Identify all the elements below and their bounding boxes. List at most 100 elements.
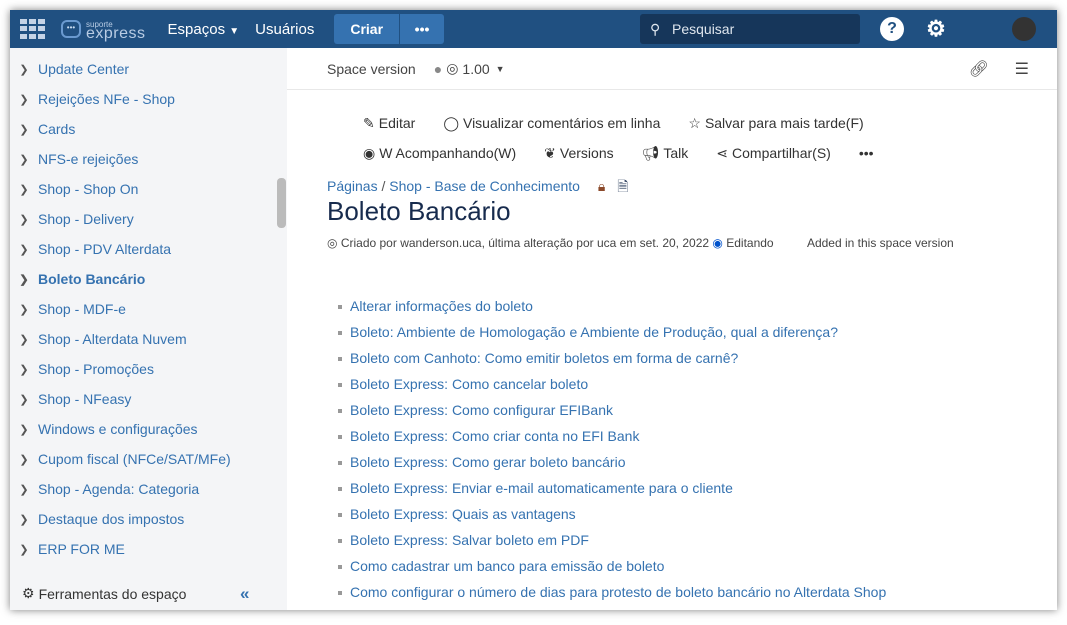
create-more-button[interactable]: •••: [400, 14, 445, 44]
versions-button[interactable]: ❦ Versions: [544, 145, 613, 162]
talk-button[interactable]: 📢︎ Talk: [642, 145, 689, 162]
child-page-link[interactable]: Alterar informações do boleto: [337, 298, 886, 324]
chevron-right-icon: ❯: [19, 423, 29, 436]
sidebar-item-label: NFS-e rejeições: [38, 151, 139, 167]
chevron-right-icon: ❯: [19, 513, 29, 526]
help-icon[interactable]: ?: [880, 17, 904, 41]
eye-icon: ◎: [327, 236, 338, 250]
breadcrumb-space[interactable]: Shop - Base de Conhecimento: [389, 178, 580, 194]
save-later-button[interactable]: ☆ Salvar para mais tarde(F): [688, 115, 863, 132]
child-page-link[interactable]: Boleto Express: Como configurar EFIBank: [337, 402, 886, 428]
status-icon: ◉: [712, 236, 723, 250]
sidebar-item[interactable]: ❯ Boleto Bancário: [10, 264, 287, 294]
version-dot-icon: ●: [433, 60, 443, 77]
chevron-right-icon: ❯: [19, 303, 29, 316]
chevron-right-icon: ❯: [19, 183, 29, 196]
child-page-link[interactable]: Boleto com Canhoto: Como emitir boletos …: [337, 350, 886, 376]
sidebar-item-label: Shop - Agenda: Categoria: [38, 481, 200, 497]
sidebar-item-label: Shop - PDV Alterdata: [38, 241, 172, 257]
top-header: ••• suporte express Espaços ▼ Usuários Cri…: [10, 10, 1057, 48]
breadcrumb-pages[interactable]: Páginas: [327, 178, 378, 194]
eye-icon: ◎: [446, 60, 459, 76]
space-version-label: Space version: [327, 60, 416, 77]
space-tools-button[interactable]: ⚙ Ferramentas do espaço: [22, 585, 186, 602]
watch-button[interactable]: ◉ W Acompanhando(W): [363, 145, 516, 162]
version-select[interactable]: 1.00: [462, 61, 489, 77]
chevron-right-icon: ❯: [19, 363, 29, 376]
child-pages-list: Alterar informações do boleto Boleto: Amb…: [337, 298, 886, 610]
sidebar-item[interactable]: ❯ Shop - PDV Alterdata: [10, 234, 287, 264]
link-icon[interactable]: 🔗︎: [969, 59, 989, 79]
child-page-link[interactable]: Boleto Express: Como cancelar boleto: [337, 376, 886, 402]
share-icon: ⋖: [716, 145, 729, 161]
search-input[interactable]: ⚲ Pesquisar: [640, 14, 860, 44]
chevron-right-icon: ❯: [19, 63, 29, 76]
child-page-link[interactable]: Boleto Express: Enviar e-mail automatica…: [337, 480, 886, 506]
save-label: Salvar para mais tarde(F): [704, 115, 864, 131]
page-export-icon[interactable]: 🗎: [617, 178, 628, 194]
sidebar-item[interactable]: ❯ Shop - Alterdata Nuvem: [10, 324, 287, 354]
sidebar-item[interactable]: ❯ Shop - Agenda: Categoria: [10, 474, 287, 504]
gear-icon[interactable]: ⚙: [924, 17, 948, 41]
sidebar-item-label: Shop - Promoções: [38, 361, 154, 377]
chevron-down-icon[interactable]: ▼: [496, 64, 505, 74]
sidebar-item[interactable]: ❯ Shop - Shop On: [10, 174, 287, 204]
sidebar-item[interactable]: ❯ Shop - MDF-e: [10, 294, 287, 324]
share-button[interactable]: ⋖ Compartilhar(S): [716, 145, 831, 162]
version-bar: Space version ● ◎ 1.00 ▼ 🔗︎ ☰: [287, 48, 1057, 90]
child-page-link[interactable]: Boleto: Ambiente de Homologação e Ambien…: [337, 324, 886, 350]
lock-icon[interactable]: 🔒︎: [598, 178, 605, 194]
sidebar-item[interactable]: ❯ Shop - Delivery: [10, 204, 287, 234]
sidebar-item[interactable]: ❯ Destaque dos impostos: [10, 504, 287, 534]
logo-big: express: [86, 25, 146, 42]
child-page-link[interactable]: Como cadastrar um banco para emissão de …: [337, 558, 886, 584]
inline-comments-button[interactable]: ◯ Visualizar comentários em linha: [443, 115, 660, 132]
leaf-icon: ❦: [544, 145, 556, 161]
eye-icon: ◉: [363, 145, 376, 161]
page-metadata: ◎ Criado por wanderson.uca, última alter…: [327, 236, 954, 250]
child-page-link[interactable]: Boleto Express: Como gerar boleto bancár…: [337, 454, 886, 480]
chevron-right-icon: ❯: [19, 273, 29, 286]
avatar[interactable]: [1012, 17, 1036, 41]
sidebar-item[interactable]: ❯ ERP FOR ME: [10, 534, 287, 564]
sidebar-item[interactable]: ❯ Windows e configurações: [10, 414, 287, 444]
create-button[interactable]: Criar: [334, 14, 400, 44]
chevron-right-icon: ❯: [19, 93, 29, 106]
sidebar-item[interactable]: ❯ Update Center: [10, 54, 287, 84]
sidebar-item[interactable]: ❯ Cards: [10, 114, 287, 144]
edit-button[interactable]: ✎ Editar: [363, 115, 415, 132]
sidebar-scrollbar[interactable]: [277, 178, 286, 228]
more-actions-button[interactable]: •••: [859, 145, 874, 162]
sidebar-item-label: ERP FOR ME: [38, 541, 125, 557]
sidebar-item-label: Cupom fiscal (NFCe/SAT/MFe): [38, 451, 231, 467]
sidebar-item[interactable]: ❯ Shop - NFeasy: [10, 384, 287, 414]
sidebar: ❯ Update Center ❯ Rejeições NFe - Shop ❯ Card…: [10, 48, 287, 610]
child-page-link[interactable]: Boleto Express: Como criar conta no EFI …: [337, 428, 886, 454]
nav-users[interactable]: Usuários: [255, 21, 314, 38]
chevron-right-icon: ❯: [19, 453, 29, 466]
sidebar-item[interactable]: ❯ Rejeições NFe - Shop: [10, 84, 287, 114]
collapse-sidebar-button[interactable]: «: [240, 584, 249, 604]
chevron-right-icon: ❯: [19, 483, 29, 496]
menu-icon[interactable]: ☰: [1015, 59, 1029, 79]
chat-bubble-icon: •••: [61, 20, 81, 38]
sidebar-item-label: Cards: [38, 121, 76, 137]
child-page-link[interactable]: Boleto Express: Salvar boleto em PDF: [337, 532, 886, 558]
logo[interactable]: ••• suporte express: [61, 20, 146, 42]
page-meta-text: Criado por wanderson.uca, última alteraç…: [340, 236, 710, 250]
sidebar-item[interactable]: ❯ NFS-e rejeições: [10, 144, 287, 174]
chevron-right-icon: ❯: [19, 123, 29, 136]
comments-label: Visualizar comentários em linha: [462, 115, 661, 131]
sidebar-item[interactable]: ❯ Cupom fiscal (NFCe/SAT/MFe): [10, 444, 287, 474]
nav-spaces[interactable]: Espaços ▼: [168, 21, 240, 38]
search-icon: ⚲: [650, 21, 661, 37]
child-page-link[interactable]: Como configurar o número de dias para pr…: [337, 584, 886, 610]
sidebar-item[interactable]: ❯ Shop - Promoções: [10, 354, 287, 384]
search-placeholder: Pesquisar: [672, 21, 735, 37]
sidebar-item-label: Shop - Shop On: [38, 181, 139, 197]
sidebar-item-label: Rejeições NFe - Shop: [38, 91, 175, 107]
main-content: Space version ● ◎ 1.00 ▼ 🔗︎ ☰ ✎ Editar ◯ V…: [287, 48, 1057, 610]
app-switcher-icon[interactable]: [20, 19, 45, 39]
megaphone-icon: 📢︎: [641, 145, 660, 161]
child-page-link[interactable]: Boleto Express: Quais as vantagens: [337, 506, 886, 532]
